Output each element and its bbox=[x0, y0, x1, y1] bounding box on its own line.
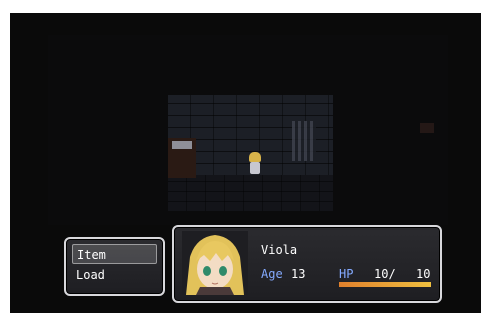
player-character-sprite bbox=[248, 152, 262, 176]
open-book bbox=[172, 141, 192, 149]
menu-item-item[interactable]: Item bbox=[72, 244, 157, 264]
age-value: 13 bbox=[291, 267, 306, 281]
wall-panel bbox=[420, 123, 434, 133]
hp-gauge bbox=[339, 282, 431, 287]
actor-face-portrait bbox=[182, 231, 248, 295]
age-label: Age bbox=[261, 267, 283, 281]
menu-item-load[interactable]: Load bbox=[72, 265, 157, 285]
hp-gauge-fill bbox=[339, 282, 431, 287]
player-hair bbox=[249, 152, 261, 162]
stone-floor bbox=[168, 175, 333, 211]
hp-max: 10 bbox=[416, 267, 431, 281]
status-window: Viola Age 13 HP 10/ 10 bbox=[172, 225, 442, 303]
player-body bbox=[250, 162, 260, 174]
actor-name: Viola bbox=[261, 243, 298, 257]
hp-current: 10/ bbox=[374, 267, 396, 281]
wall-grate bbox=[292, 121, 316, 161]
hp-label: HP bbox=[339, 267, 354, 281]
command-window: Item Load bbox=[64, 237, 165, 296]
